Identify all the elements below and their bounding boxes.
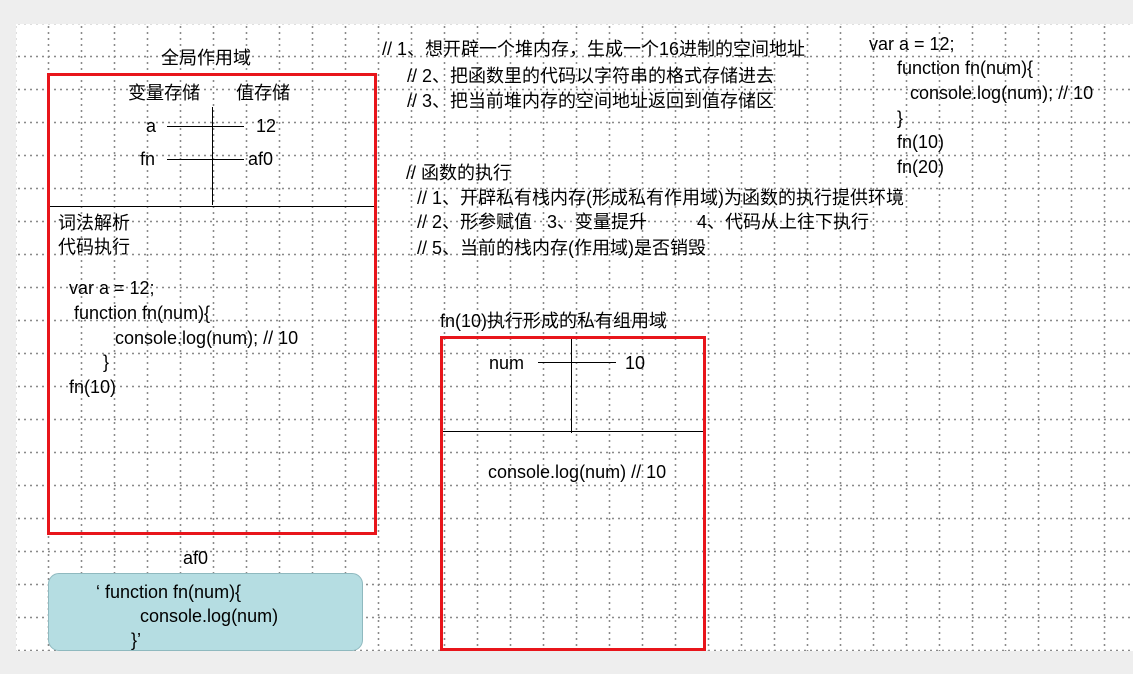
- heap-code-line: console.log(num): [140, 606, 279, 626]
- heap-note-line: // 2、把函数里的代码以字符串的格式存储进去: [407, 66, 775, 86]
- heap-address-label: af0: [183, 548, 209, 568]
- code-execution-label: 代码执行: [58, 237, 130, 257]
- global-code-line: function fn(num){: [74, 303, 211, 323]
- var-a-connector: [167, 126, 244, 127]
- private-scope-title: fn(10)执行形成的私有组用域: [440, 311, 668, 331]
- var-a-value: 12: [256, 116, 277, 136]
- var-fn-value: af0: [248, 149, 274, 169]
- exec-note-line: // 1、开辟私有栈内存(形成私有作用域)为函数的执行提供环境: [417, 188, 904, 208]
- code-right-line: }: [897, 108, 904, 128]
- diagram-canvas: 全局作用域 变量存储 值存储 a 12 fn af0 词法解析 代码执行 var…: [16, 24, 1133, 651]
- global-code-line: fn(10): [69, 377, 117, 397]
- exec-note-line: // 函数的执行: [406, 163, 512, 183]
- code-right-line: console.log(num); // 10: [910, 83, 1094, 103]
- param-num-value: 10: [625, 353, 646, 373]
- heap-code-line: ‘ function fn(num){: [96, 582, 242, 602]
- exec-note-line: // 2、形参赋值 3、变量提升 4、代码从上往下执行: [417, 212, 870, 232]
- global-code-line: }: [103, 352, 110, 372]
- var-fn-name: fn: [140, 149, 156, 169]
- private-scope-divider-vertical: [571, 339, 572, 433]
- code-right-line: function fn(num){: [897, 58, 1034, 78]
- global-scope-title: 全局作用域: [161, 48, 251, 68]
- heap-note-line: // 3、把当前堆内存的空间地址返回到值存储区: [407, 91, 775, 111]
- private-scope-code: console.log(num) // 10: [488, 462, 667, 482]
- code-right-line: fn(10): [897, 132, 945, 152]
- global-code-line: console.log(num); // 10: [115, 328, 299, 348]
- private-scope-box: [440, 336, 706, 651]
- global-code-line: var a = 12;: [69, 278, 155, 298]
- lexical-analysis-label: 词法解析: [58, 213, 130, 233]
- heap-note-line: // 1、想开辟一个堆内存，生成一个16进制的空间地址: [382, 39, 806, 59]
- var-fn-connector: [167, 159, 244, 160]
- storage-divider-vertical: [212, 107, 213, 205]
- param-num-name: num: [489, 353, 525, 373]
- code-right-line: var a = 12;: [869, 34, 955, 54]
- global-scope-section-divider: [50, 206, 374, 207]
- value-storage-header: 值存储: [236, 83, 290, 103]
- exec-note-line: // 5、当前的栈内存(作用域)是否销毁: [417, 238, 707, 258]
- code-right-line: fn(20): [897, 157, 945, 177]
- private-scope-section-divider: [443, 431, 703, 432]
- heap-code-line: }’: [131, 630, 142, 650]
- var-storage-header: 变量存储: [128, 83, 200, 103]
- var-a-name: a: [146, 116, 157, 136]
- param-num-connector: [538, 362, 616, 363]
